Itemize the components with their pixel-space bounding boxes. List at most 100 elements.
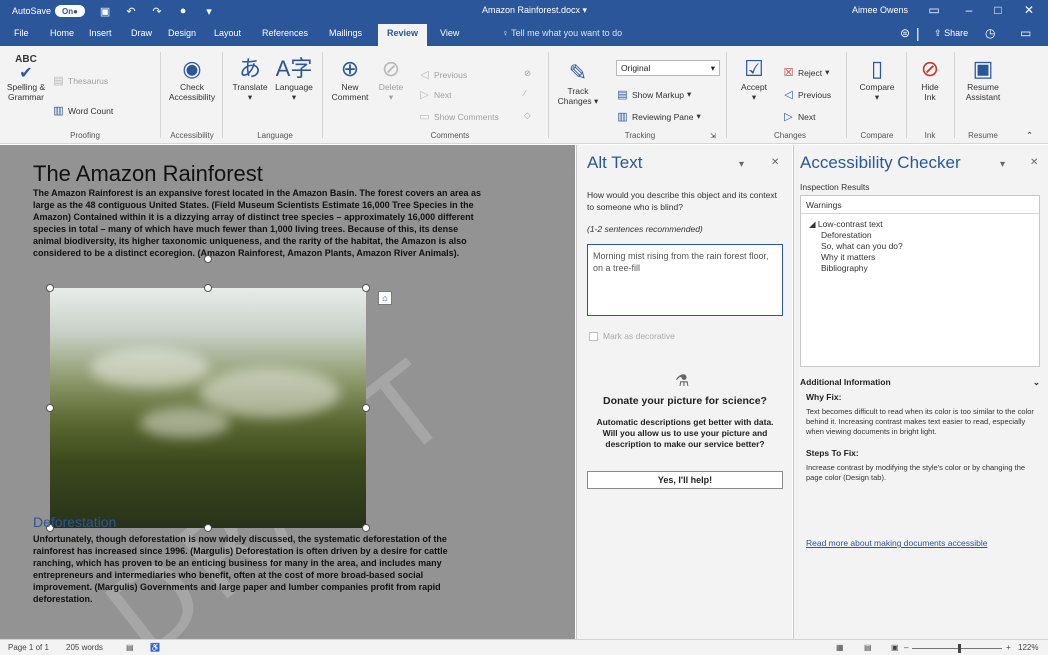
collapse-ribbon-icon[interactable]: ⌃ (1026, 130, 1033, 141)
undo-icon[interactable]: ↶ (125, 5, 137, 18)
pen-icon[interactable]: ∕ (524, 88, 525, 98)
designer-icon[interactable]: ⊜ (900, 26, 910, 40)
eraser-icon[interactable]: ◇ (524, 110, 531, 121)
language-button[interactable]: A字 Language ▾ (272, 56, 316, 102)
result-item[interactable]: So, what can you do? (801, 241, 1039, 252)
zoom-slider[interactable] (912, 648, 1002, 649)
spelling-grammar-button[interactable]: ABC ✔ Spelling & Grammar (4, 54, 48, 102)
alt-text-input[interactable]: Morning mist rising from the rain forest… (587, 244, 783, 316)
result-item[interactable]: Bibliography (801, 263, 1039, 274)
ink-comment-icon[interactable]: ⊘ (524, 68, 531, 79)
show-markup-button[interactable]: ▤ Show Markup ▾ (616, 88, 691, 101)
thesaurus-button[interactable]: ▤ Thesaurus (52, 74, 108, 87)
rotate-handle[interactable] (204, 255, 212, 263)
tab-layout[interactable]: Layout (214, 28, 241, 38)
accept-button[interactable]: ☑ Accept ▾ (734, 56, 774, 102)
tracking-options-icon[interactable]: ⇲ (710, 132, 716, 140)
autosave-toggle[interactable]: On ● (55, 5, 86, 17)
yes-help-button[interactable]: Yes, I'll help! (587, 471, 783, 489)
delete-comment-button[interactable]: ⊘ Delete ▾ (374, 56, 408, 102)
translate-button[interactable]: あ Translate ▾ (230, 56, 270, 102)
user-name[interactable]: Aimee Owens (852, 5, 908, 15)
steps-to-fix-heading: Steps To Fix: (806, 448, 859, 458)
markup-view-select[interactable]: Original ▾ (616, 60, 720, 76)
steps-to-fix-text: Increase contrast by modifying the style… (806, 463, 1026, 482)
resize-handle[interactable] (46, 284, 54, 292)
word-count[interactable]: 205 words (66, 643, 103, 652)
compare-button[interactable]: ▯ Compare ▾ (852, 56, 902, 102)
resize-handle[interactable] (204, 284, 212, 292)
accept-icon: ☑ (744, 56, 764, 81)
tab-file[interactable]: File (14, 28, 29, 38)
read-mode-icon[interactable]: ▦ (836, 643, 844, 652)
resize-handle[interactable] (46, 404, 54, 412)
next-change-button[interactable]: ▷ Next (782, 110, 815, 123)
close-pane-icon[interactable]: ✕ (1030, 157, 1038, 168)
heading-deforestation[interactable]: Deforestation (33, 514, 116, 530)
track-changes-button[interactable]: ✎ Track Changes ▾ (556, 60, 600, 106)
previous-comment-button[interactable]: ◁ Previous (418, 68, 467, 81)
touch-mode-icon[interactable]: ● (177, 5, 189, 17)
new-comment-button[interactable]: ⊕ New Comment (330, 56, 370, 102)
resume-assistant-button[interactable]: ▣ Resume Assistant (958, 56, 1008, 102)
resize-handle[interactable] (362, 284, 370, 292)
share-button[interactable]: ⇪ Share (934, 28, 968, 39)
pane-options-icon[interactable]: ▾ (739, 159, 744, 170)
accessibility-status-icon[interactable]: ♿ (150, 643, 160, 652)
result-item[interactable]: Deforestation (801, 230, 1039, 241)
zoom-slider-thumb[interactable] (958, 644, 961, 653)
tell-me-search[interactable]: ♀ Tell me what you want to do (502, 28, 622, 38)
tab-mailings[interactable]: Mailings (329, 28, 362, 38)
document-title[interactable]: The Amazon Rainforest (33, 161, 263, 187)
comments-icon[interactable]: ▭ (1020, 26, 1031, 40)
proofing-status-icon[interactable]: ▤ (126, 643, 134, 652)
close-pane-icon[interactable]: ✕ (771, 157, 779, 168)
save-icon[interactable]: ▣ (99, 5, 111, 18)
web-layout-icon[interactable]: ▣ (891, 643, 899, 652)
document-canvas[interactable]: DRAFT The Amazon Rainforest The Amazon R… (0, 145, 575, 639)
page-count[interactable]: Page 1 of 1 (8, 643, 49, 652)
minimize-icon[interactable]: – (962, 3, 976, 17)
tab-draw[interactable]: Draw (131, 28, 152, 38)
maximize-icon[interactable]: □ (991, 3, 1005, 17)
show-comments-button[interactable]: ▭ Show Comments (418, 110, 498, 123)
previous-change-button[interactable]: ◁ Previous (782, 88, 831, 101)
group-ink: Ink (924, 131, 936, 140)
resize-handle[interactable] (362, 524, 370, 532)
result-item[interactable]: Why it matters (801, 252, 1039, 263)
reject-button[interactable]: ☒ Reject ▾ (782, 66, 830, 79)
print-layout-icon[interactable]: ▤ (864, 643, 872, 652)
reviewing-pane-icon: ▥ (617, 111, 628, 123)
tab-insert[interactable]: Insert (89, 28, 112, 38)
tab-references[interactable]: References (262, 28, 308, 38)
reviewing-pane-button[interactable]: ▥ Reviewing Pane ▾ (616, 110, 700, 123)
result-item-low-contrast[interactable]: ◢ Low-contrast text (801, 219, 1039, 230)
pane-options-icon[interactable]: ▾ (1000, 159, 1005, 170)
zoom-level[interactable]: 122% (1018, 643, 1038, 652)
zoom-in-icon[interactable]: + (1006, 643, 1011, 652)
next-comment-button[interactable]: ▷ Next (418, 88, 451, 101)
rainforest-photo[interactable] (50, 288, 366, 528)
additional-info-header[interactable]: Additional Information ⌄ (800, 377, 1040, 388)
layout-options-icon[interactable]: ⌂ (378, 291, 392, 305)
paragraph-deforestation[interactable]: Unfortunately, though deforestation is n… (33, 533, 448, 605)
close-icon[interactable]: ✕ (1022, 3, 1036, 17)
resize-handle[interactable] (362, 404, 370, 412)
check-accessibility-button[interactable]: ◉ Check Accessibility (168, 56, 216, 102)
redo-icon[interactable]: ↷ (151, 5, 163, 18)
mark-decorative-checkbox[interactable]: Mark as decorative (589, 331, 675, 341)
tab-design[interactable]: Design (168, 28, 196, 38)
tab-review[interactable]: Review (378, 24, 428, 46)
read-more-link[interactable]: Read more about making documents accessi… (806, 538, 987, 548)
tab-home[interactable]: Home (50, 28, 74, 38)
resize-handle[interactable] (204, 524, 212, 532)
history-icon[interactable]: ◷ (985, 26, 995, 40)
warnings-header[interactable]: Warnings (801, 196, 1039, 214)
word-count-button[interactable]: ▥ Word Count (52, 104, 113, 117)
hide-ink-button[interactable]: ⊘ Hide Ink (910, 56, 950, 102)
customize-qat-icon[interactable]: ▾ (203, 5, 215, 18)
tab-view[interactable]: View (440, 28, 459, 38)
paragraph-intro[interactable]: The Amazon Rainforest is an expansive fo… (33, 187, 481, 259)
zoom-out-icon[interactable]: – (904, 643, 908, 652)
ribbon-display-icon[interactable]: ▭ (927, 3, 941, 17)
